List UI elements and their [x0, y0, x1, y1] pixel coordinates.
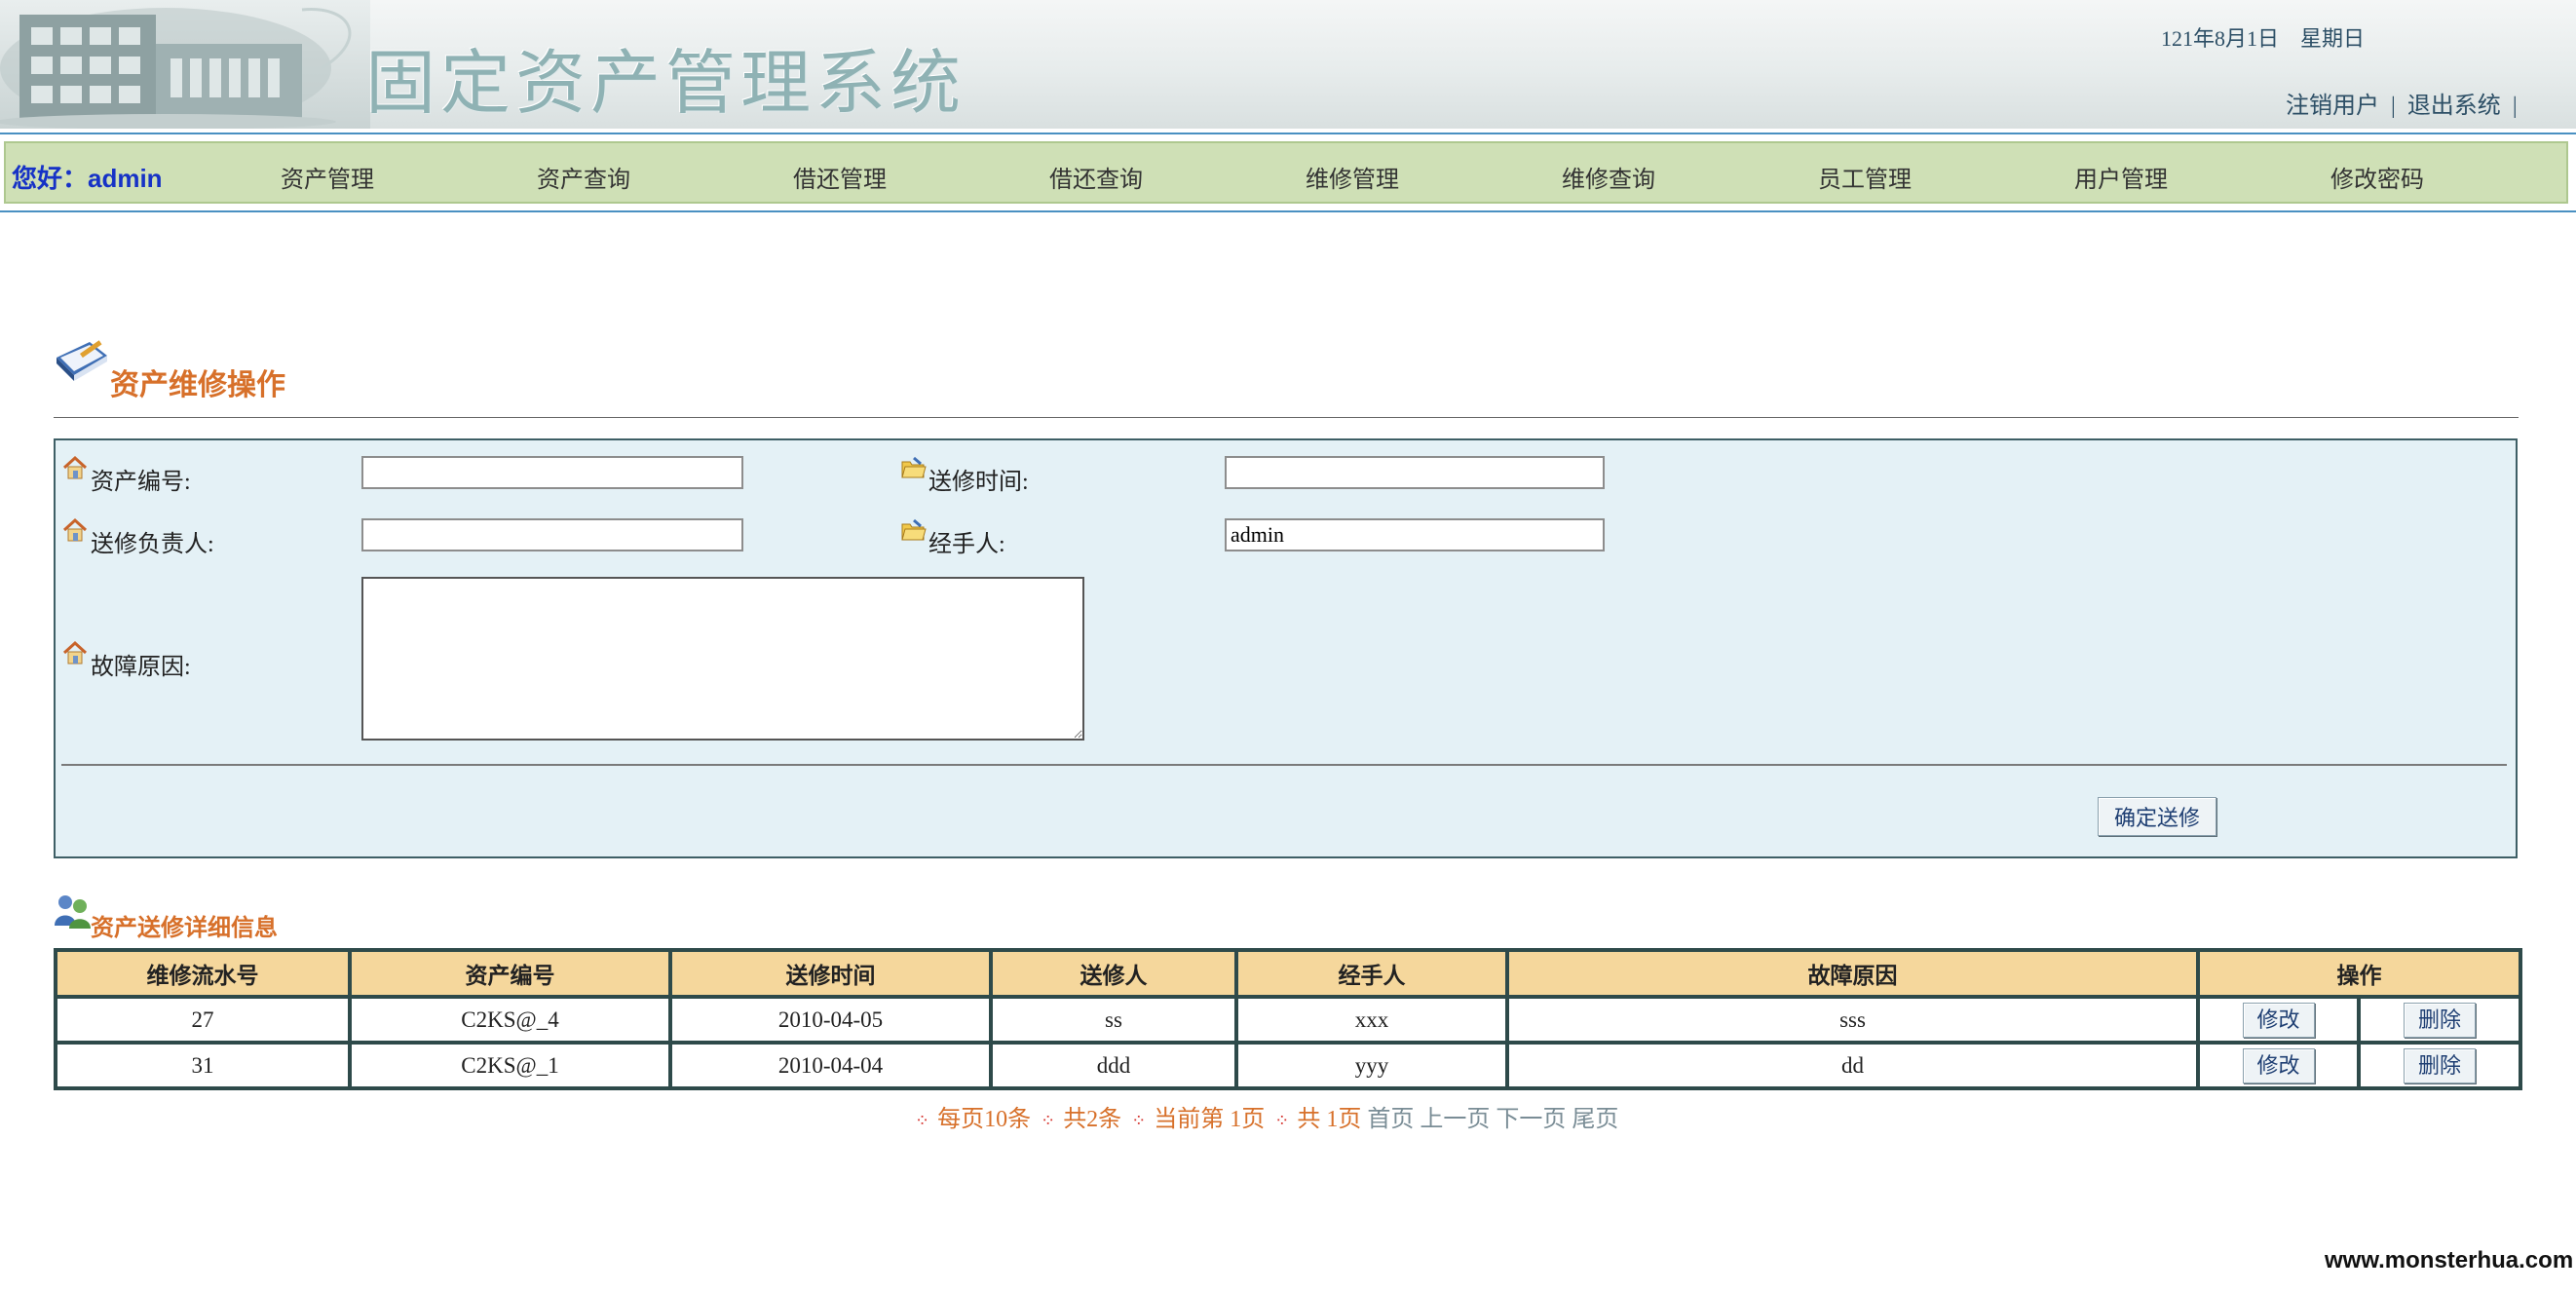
table-row: 27 C2KS@_4 2010-04-05 ss xxx sss 修改 删除	[54, 995, 2522, 1045]
cell-delete: 删除	[2357, 1041, 2522, 1090]
confirm-repair-button[interactable]: 确定送修	[2098, 797, 2216, 836]
cell-sender: ss	[989, 995, 1238, 1045]
handler-label: 经手人:	[928, 532, 1005, 557]
cell-asset-no: C2KS@_4	[348, 995, 672, 1045]
account-links: 注销用户 | 退出系统 |	[2286, 86, 2523, 120]
nav-user-management[interactable]: 用户管理	[2074, 160, 2168, 194]
main-nav: 您好：admin 资产管理 资产查询 借还管理 借还查询 维修管理 维修查询 员…	[4, 141, 2568, 204]
cell-handler: yyy	[1234, 1041, 1509, 1090]
link-separator: |	[2391, 94, 2396, 119]
col-header-sender: 送修人	[989, 948, 1238, 999]
handler-input[interactable]	[1225, 518, 1605, 551]
repair-detail-table: 维修流水号 资产编号 送修时间 送修人 经手人 故障原因 操作 27 C2KS@…	[54, 948, 2522, 1090]
greeting-text: 您好：admin	[12, 164, 163, 193]
link-separator: |	[2512, 94, 2518, 119]
cell-sender: ddd	[989, 1041, 1238, 1090]
next-page-link[interactable]: 下一页	[1496, 1107, 1566, 1132]
table-row: 31 C2KS@_1 2010-04-04 ddd yyy dd 修改 删除	[54, 1041, 2522, 1090]
arrow-bullet-icon: ⁘	[1131, 1111, 1147, 1130]
send-time-input[interactable]	[1225, 456, 1605, 489]
col-header-actions: 操作	[2196, 948, 2522, 999]
col-header-asset-no: 资产编号	[348, 948, 672, 999]
asset-no-input[interactable]	[361, 456, 743, 489]
reason-textarea[interactable]	[361, 577, 1084, 741]
cell-edit: 修改	[2196, 1041, 2361, 1090]
house-icon	[62, 640, 88, 665]
responsible-input[interactable]	[361, 518, 743, 551]
nav-repair-management[interactable]: 维修管理	[1306, 160, 1399, 194]
cell-asset-no: C2KS@_1	[348, 1041, 672, 1090]
house-icon	[62, 517, 88, 542]
date-text: 121年8月1日	[2161, 26, 2280, 51]
delete-button[interactable]: 删除	[2404, 1047, 2476, 1083]
section-divider	[54, 417, 2519, 418]
cell-repair-no: 27	[54, 995, 352, 1045]
cell-send-time: 2010-04-04	[668, 1041, 993, 1090]
per-page-text: 每页10条	[937, 1107, 1032, 1132]
arrow-bullet-icon: ⁘	[915, 1111, 930, 1130]
edit-button[interactable]: 修改	[2242, 1002, 2315, 1038]
header-banner: 固定资产管理系统 121年8月1日 星期日 注销用户 | 退出系统 |	[0, 0, 2576, 129]
nav-asset-query[interactable]: 资产查询	[537, 160, 630, 194]
cell-reason: sss	[1505, 995, 2200, 1045]
nav-change-password[interactable]: 修改密码	[2330, 160, 2424, 194]
nav-borrow-management[interactable]: 借还管理	[793, 160, 887, 194]
exit-system-link[interactable]: 退出系统	[2407, 94, 2501, 119]
total-pages-text: 共 1页	[1297, 1107, 1362, 1132]
logout-user-link[interactable]: 注销用户	[2286, 94, 2379, 119]
nav-repair-query[interactable]: 维修查询	[1562, 160, 1655, 194]
nav-employee-management[interactable]: 员工管理	[1818, 160, 1912, 194]
cell-reason: dd	[1505, 1041, 2200, 1090]
pagination: ⁘ 每页10条 ⁘ 共2条 ⁘ 当前第 1页 ⁘ 共 1页 首页 上一页 下一页 尾页	[911, 1099, 1618, 1133]
main-nav-frame: 您好：admin 资产管理 资产查询 借还管理 借还查询 维修管理 维修查询 员…	[0, 133, 2576, 212]
col-header-reason: 故障原因	[1505, 948, 2200, 999]
delete-button[interactable]: 删除	[2404, 1002, 2476, 1038]
folder-icon	[901, 518, 927, 541]
current-page-text: 当前第 1页	[1154, 1107, 1266, 1132]
arrow-bullet-icon: ⁘	[1041, 1111, 1056, 1130]
col-header-repair-no: 维修流水号	[54, 948, 352, 999]
cell-send-time: 2010-04-05	[668, 995, 993, 1045]
arrow-bullet-icon: ⁘	[1274, 1111, 1290, 1130]
reason-label: 故障原因:	[91, 655, 191, 680]
watermark: www.monsterhua.com	[2325, 1247, 2574, 1273]
cell-handler: xxx	[1234, 995, 1509, 1045]
repair-operation-title: 资产维修操作	[110, 369, 285, 401]
form-divider	[61, 764, 2507, 766]
asset-no-label: 资产编号:	[91, 470, 191, 495]
current-date: 121年8月1日 星期日	[2161, 21, 2365, 53]
total-count-text: 共2条	[1063, 1107, 1122, 1132]
repair-detail-title: 资产送修详细信息	[91, 916, 278, 941]
notebook-pen-icon	[57, 340, 107, 381]
weekday-text: 星期日	[2300, 26, 2366, 51]
last-page-link[interactable]: 尾页	[1572, 1107, 1618, 1132]
col-header-send-time: 送修时间	[668, 948, 993, 999]
table-header-row: 维修流水号 资产编号 送修时间 送修人 经手人 故障原因 操作	[54, 948, 2522, 999]
nav-asset-management[interactable]: 资产管理	[281, 160, 374, 194]
edit-button[interactable]: 修改	[2242, 1047, 2315, 1083]
cell-edit: 修改	[2196, 995, 2361, 1045]
cell-delete: 删除	[2357, 995, 2522, 1045]
folder-icon	[901, 456, 927, 478]
system-title: 固定资产管理系统	[365, 42, 966, 124]
users-icon	[55, 895, 91, 929]
house-icon	[62, 455, 88, 479]
repair-form: 资产编号: 送修时间: 送修负责人: 经手人: 故障原因: 确定送修	[54, 438, 2518, 858]
first-page-link[interactable]: 首页	[1367, 1107, 1414, 1132]
building-logo-icon	[0, 0, 370, 129]
nav-borrow-query[interactable]: 借还查询	[1049, 160, 1143, 194]
prev-page-link[interactable]: 上一页	[1420, 1107, 1490, 1132]
col-header-handler: 经手人	[1234, 948, 1509, 999]
send-time-label: 送修时间:	[928, 470, 1029, 495]
cell-repair-no: 31	[54, 1041, 352, 1090]
responsible-label: 送修负责人:	[91, 532, 214, 557]
